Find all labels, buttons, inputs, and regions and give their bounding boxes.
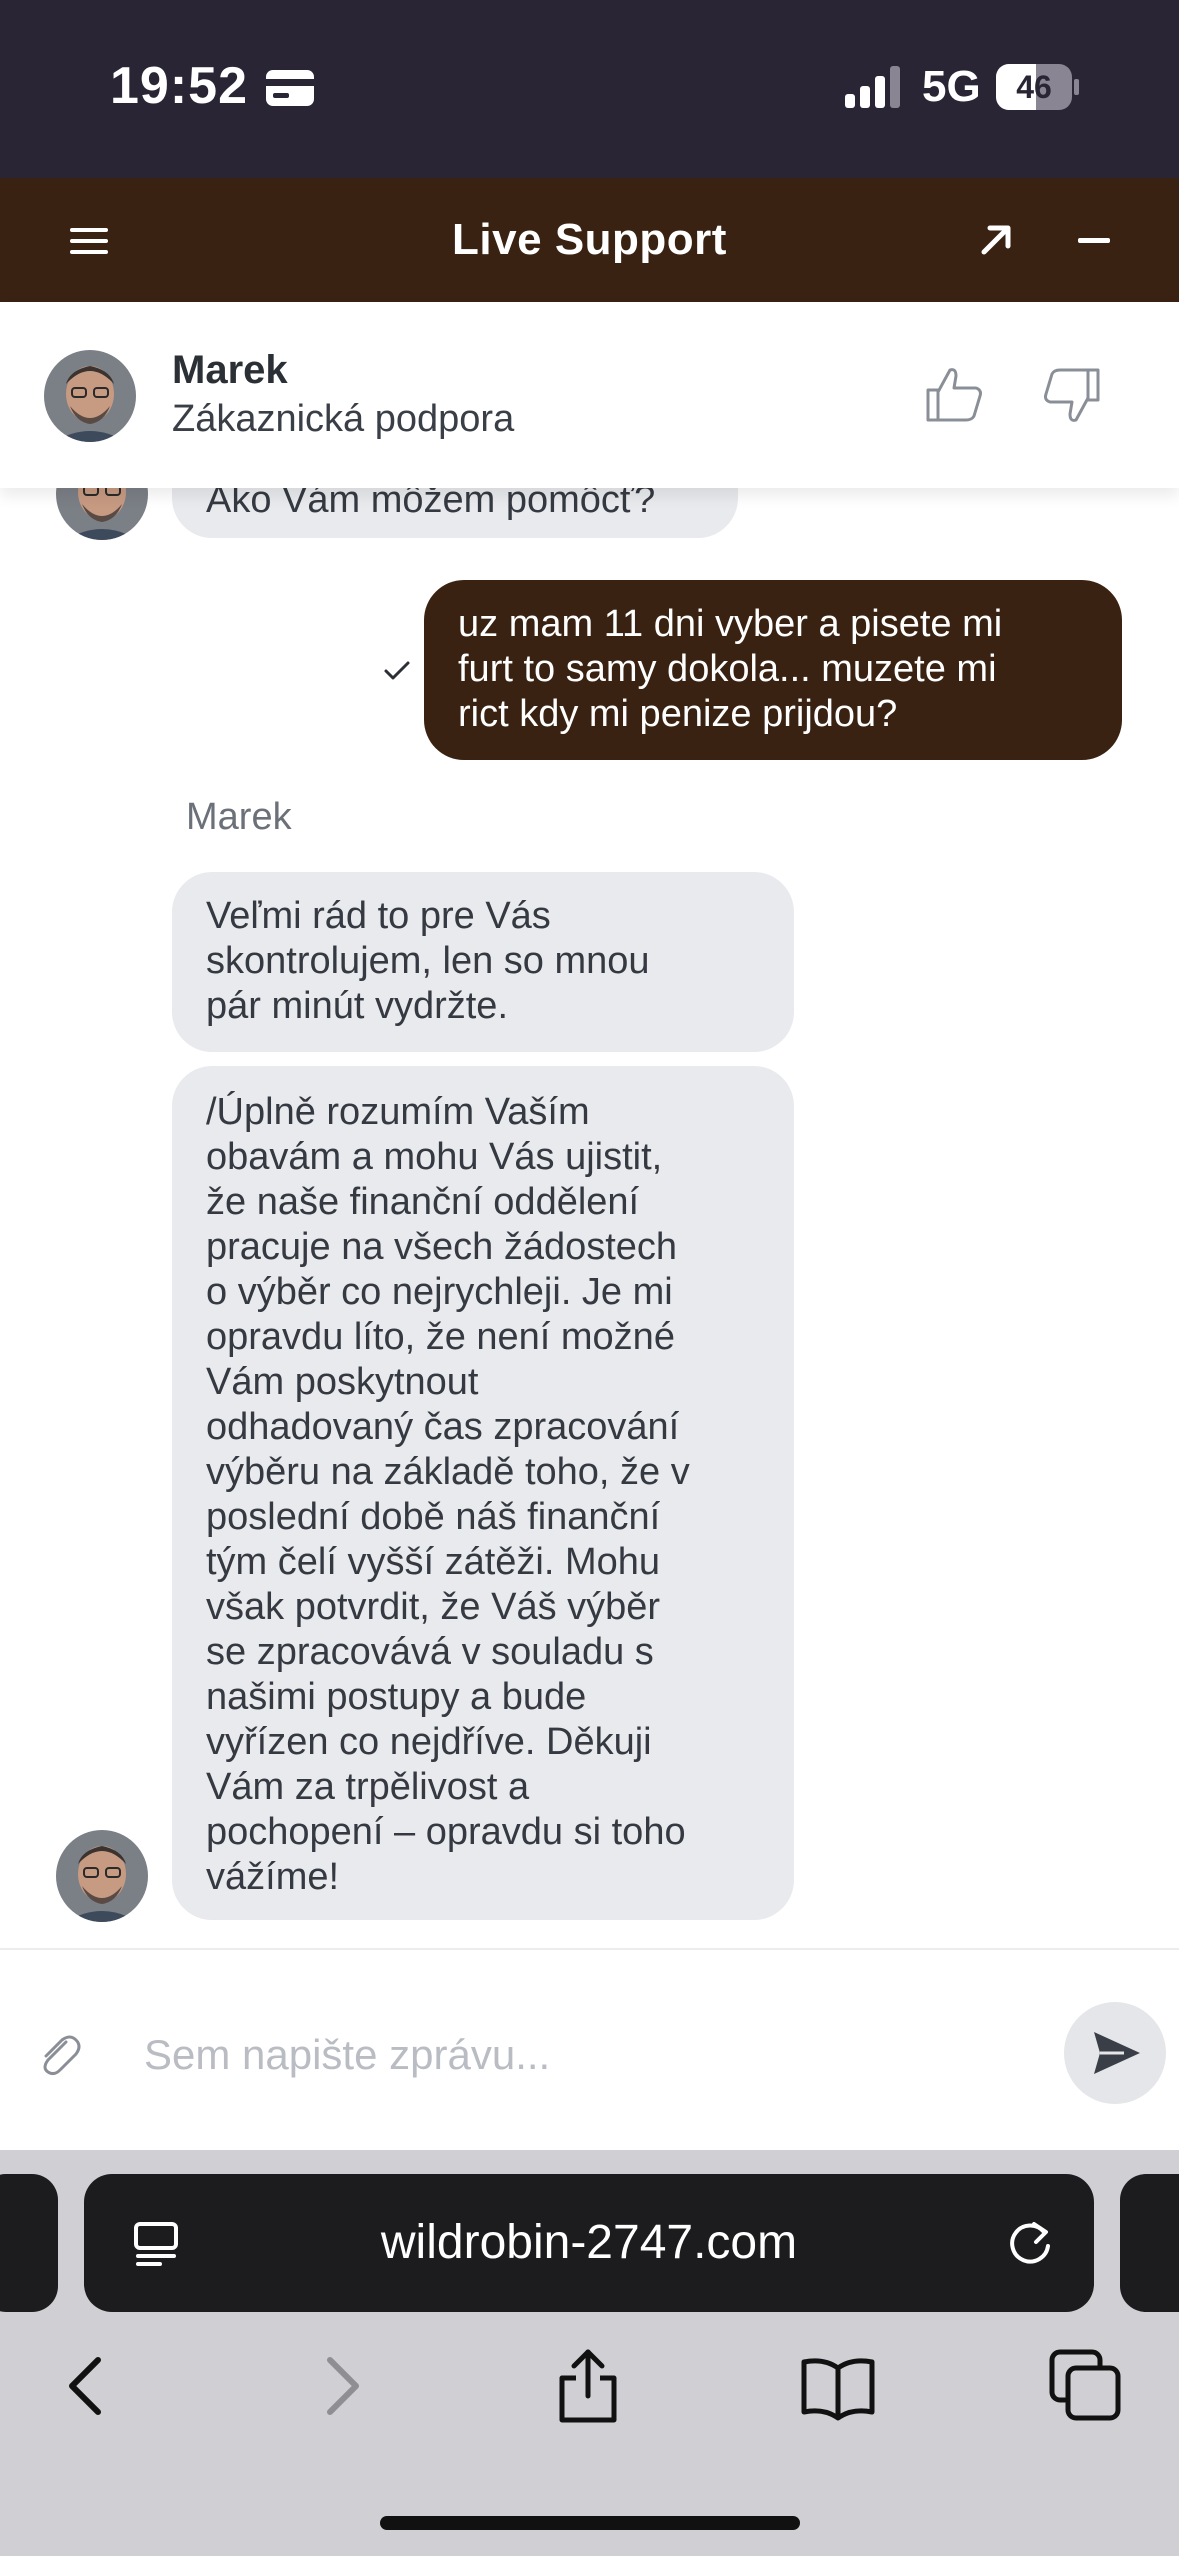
message-line: Vám poskytnout <box>206 1361 479 1403</box>
paperclip-icon[interactable] <box>36 2030 82 2078</box>
agent-name: Marek <box>172 348 288 392</box>
address-bar[interactable]: wildrobin-2747.com <box>84 2174 1094 2312</box>
agent-role: Zákaznická podpora <box>172 398 515 440</box>
message-line: pochopení – opravdu si toho <box>206 1811 686 1853</box>
agent-avatar <box>44 350 136 442</box>
tabs-icon[interactable] <box>1046 2346 1126 2426</box>
message-line: vyřízen co nejdříve. Děkuji <box>206 1721 652 1763</box>
message-line: uz mam 11 dni vyber a pisete mi <box>458 603 1003 645</box>
home-indicator <box>380 2516 800 2530</box>
network-type: 5G <box>922 62 981 111</box>
next-tab-peek[interactable] <box>1120 2174 1179 2312</box>
agent-message: Ako Vám môžem pomôcť? <box>172 488 738 538</box>
agent-avatar-small <box>56 488 148 540</box>
status-bar: 19:52 5G 46 <box>0 0 1179 178</box>
message-line: se zpracovává v souladu s <box>206 1631 654 1673</box>
message-line: skontrolujem, len so mnou <box>206 940 650 982</box>
message-text: Ako Vám môžem pomôcť? <box>206 488 656 521</box>
message-composer <box>0 1948 1179 2150</box>
message-line: našimi postupy a bude <box>206 1676 587 1718</box>
reload-icon[interactable] <box>1004 2216 1058 2270</box>
previous-tab-peek[interactable] <box>0 2174 58 2312</box>
message-line: výběru na základě toho, že v <box>206 1451 690 1493</box>
cellular-signal-icon <box>845 66 900 108</box>
message-line: odhadovaný čas zpracování <box>206 1406 680 1448</box>
status-time: 19:52 <box>110 57 248 115</box>
message-line: však potvrdit, že Váš výběr <box>206 1586 661 1628</box>
message-line: opravdu líto, že není možné <box>206 1316 675 1358</box>
message-line: /Úplně rozumím Vaším <box>206 1091 590 1133</box>
forward-icon[interactable] <box>302 2346 382 2426</box>
wallet-card-icon <box>266 70 314 106</box>
message-line: rict kdy mi penize prijdou? <box>458 693 898 735</box>
message-line: Vám za trpělivost a <box>206 1766 530 1808</box>
send-button[interactable] <box>1064 2002 1166 2104</box>
chat-messages[interactable]: Ako Vám môžem pomôcť? uz mam 11 dni vybe… <box>0 488 1179 1948</box>
agent-message: Veľmi rád to pre Vás skontrolujem, len s… <box>172 872 794 1052</box>
message-line: furt to samy dokola... muzete mi <box>458 648 997 690</box>
send-icon <box>1094 2032 1140 2074</box>
chat-header: Live Support <box>0 178 1179 302</box>
message-line: o výběr co nejrychleji. Je mi <box>206 1271 673 1313</box>
message-line: vážíme! <box>206 1856 340 1898</box>
back-icon[interactable] <box>46 2346 126 2426</box>
url-text: wildrobin-2747.com <box>380 2216 798 2269</box>
message-line: obavám a mohu Vás ujistit, <box>206 1136 663 1178</box>
agent-avatar-small <box>56 1830 148 1922</box>
agent-message: /Úplně rozumím Vaším obavám a mohu Vás u… <box>172 1066 794 1920</box>
message-input[interactable] <box>144 2000 1024 2110</box>
message-line: poslední době náš finanční <box>206 1496 661 1538</box>
read-check-icon <box>384 661 410 680</box>
sender-name: Marek <box>186 796 292 838</box>
message-line: že naše finanční oddělení <box>206 1181 640 1223</box>
thumbs-up-icon[interactable] <box>924 364 986 426</box>
message-line: tým čelí vyšší zátěži. Mohu <box>206 1541 661 1583</box>
message-line: pracuje na všech žádostech <box>206 1226 678 1268</box>
minimize-icon[interactable] <box>1070 216 1118 264</box>
message-line: Veľmi rád to pre Vás <box>206 895 551 937</box>
share-icon[interactable] <box>548 2346 628 2426</box>
expand-arrow-icon[interactable] <box>972 216 1020 264</box>
message-line: pár minút vydržte. <box>206 985 508 1027</box>
agent-info-bar: Marek Zákaznická podpora <box>0 302 1179 488</box>
thumbs-down-icon[interactable] <box>1040 364 1102 426</box>
bookmarks-icon[interactable] <box>798 2346 878 2426</box>
browser-toolbar: wildrobin-2747.com <box>0 2150 1179 2556</box>
battery-level: 46 <box>1016 69 1052 105</box>
user-message: uz mam 11 dni vyber a pisete mi furt to … <box>424 580 1122 760</box>
